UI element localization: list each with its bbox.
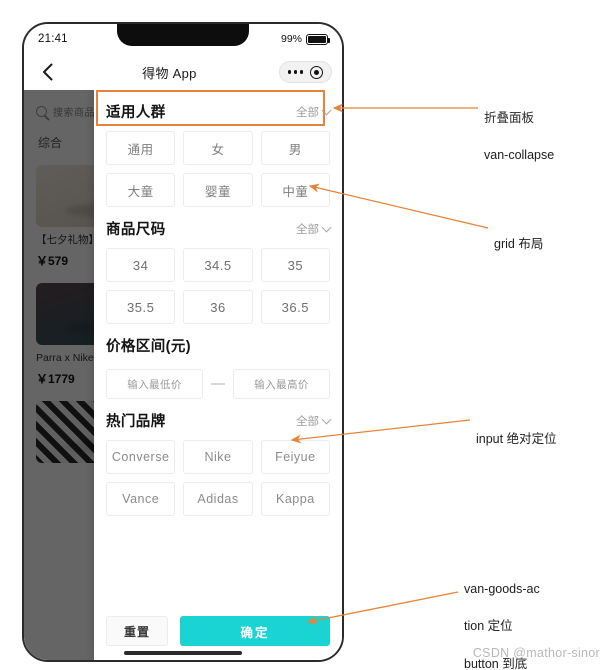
watermark: CSDN @mathor-sinor — [472, 646, 600, 660]
annotation-line: grid 布局 — [494, 236, 544, 251]
annotation-line: van-goods-ac — [464, 581, 540, 596]
annotation-input: input 绝对定位 — [476, 411, 557, 467]
annotation-line: tion 定位 — [464, 619, 513, 634]
screenshot-root: 21:41 99% 得物 App 搜索商品 综合 — [0, 0, 612, 670]
annotation-line: van-collapse — [484, 148, 555, 163]
annotation-line: 折叠面板 — [484, 110, 535, 125]
annotation-line: input 绝对定位 — [476, 431, 557, 446]
annotation-collapse: 折叠面板 van-collapse — [484, 90, 554, 184]
annotation-grid: grid 布局 — [494, 216, 543, 272]
home-indicator — [124, 650, 242, 655]
